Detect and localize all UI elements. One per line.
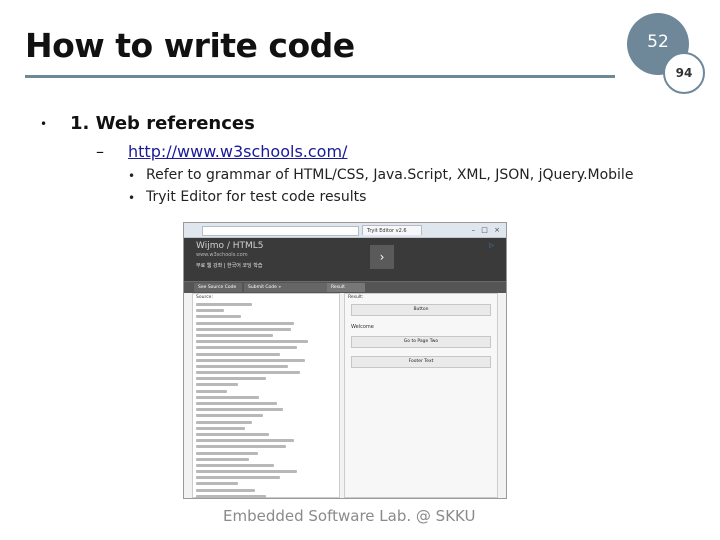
bullet-text: Tryit Editor for test code results	[146, 189, 367, 205]
site-logo: Wijmo / HTML5	[196, 241, 264, 251]
ad-banner: 무료 웹 강좌 | 한국어 코딩 학습	[196, 263, 263, 269]
editor-panes: Source: Result: Button Welcome Go to Pag…	[192, 293, 498, 498]
bullet-marker: •	[128, 191, 136, 205]
code-line	[196, 470, 297, 474]
footer-text-bar: Footer Text	[351, 356, 491, 368]
code-line	[196, 309, 224, 313]
see-source-button: See Source Code	[194, 283, 242, 292]
bullet-marker: •	[128, 169, 136, 183]
title-underline	[25, 75, 615, 78]
bullet-w3schools-link: – http://www.w3schools.com/	[96, 142, 347, 161]
total-pages-badge: 94	[663, 52, 705, 94]
result-welcome-text: Welcome	[351, 324, 374, 330]
code-line	[196, 333, 273, 337]
code-line	[196, 352, 280, 356]
code-line	[196, 346, 297, 350]
code-line	[196, 364, 289, 368]
site-header: Wijmo / HTML5 www.w3schools.com 무료 웹 강좌 …	[184, 238, 506, 281]
go-to-page-two-button: Go to Page Two	[351, 336, 491, 348]
w3schools-link[interactable]: http://www.w3schools.com/	[128, 142, 347, 161]
code-line	[196, 340, 308, 344]
code-line	[196, 432, 269, 436]
code-line	[196, 408, 283, 412]
code-line	[196, 457, 250, 461]
browser-chrome: Tryit Editor v2.6 – □ ×	[184, 223, 506, 238]
bullet-grammar: • Refer to grammar of HTML/CSS, Java.Scr…	[128, 167, 633, 185]
code-line	[196, 426, 245, 430]
result-pane: Result: Button Welcome Go to Page Two Fo…	[344, 293, 498, 498]
code-line	[196, 463, 275, 467]
browser-tab: Tryit Editor v2.6	[362, 225, 422, 235]
code-line	[196, 488, 255, 492]
code-line	[196, 358, 306, 362]
code-line	[196, 414, 264, 418]
code-pane: Source:	[192, 293, 340, 498]
window-controls: – □ ×	[471, 226, 502, 234]
address-bar	[202, 226, 359, 236]
result-button: Button	[351, 304, 491, 316]
code-line	[196, 303, 252, 306]
result-tab: Result	[327, 283, 365, 292]
code-line	[196, 395, 259, 399]
code-line	[196, 439, 294, 443]
slide-footer: Embedded Software Lab. @ SKKU	[223, 507, 476, 525]
site-url: www.w3schools.com	[196, 252, 248, 258]
editor-toolbar: See Source Code Submit Code » Result	[184, 281, 506, 293]
result-pane-label: Result:	[348, 295, 364, 300]
code-line	[196, 315, 241, 319]
code-line	[196, 389, 227, 393]
code-line	[196, 383, 238, 387]
code-line	[196, 402, 278, 405]
code-line	[196, 494, 266, 498]
bullet-marker: •	[40, 117, 48, 131]
code-line	[196, 321, 294, 325]
chevron-right-icon: ›	[370, 245, 394, 269]
slide-title: How to write code	[25, 26, 355, 65]
tryit-editor-screenshot: Tryit Editor v2.6 – □ × Wijmo / HTML5 ww…	[183, 222, 507, 499]
code-line	[196, 476, 280, 480]
code-line	[196, 445, 286, 449]
code-line	[196, 327, 292, 331]
ad-choices-icon: ▷	[489, 242, 494, 249]
code-line	[196, 451, 258, 455]
bullet-web-references: • 1. Web references	[40, 113, 255, 135]
code-line	[196, 420, 252, 424]
submit-code-button: Submit Code »	[244, 283, 332, 292]
code-pane-label: Source:	[196, 295, 213, 300]
code-line	[196, 482, 238, 486]
bullet-text: Refer to grammar of HTML/CSS, Java.Scrip…	[146, 167, 634, 183]
code-line	[196, 371, 300, 375]
dash-marker: –	[96, 142, 104, 161]
bullet-tryit: • Tryit Editor for test code results	[128, 189, 366, 207]
bullet-text: 1. Web references	[70, 113, 255, 134]
code-lines	[196, 303, 336, 498]
code-line	[196, 377, 266, 381]
